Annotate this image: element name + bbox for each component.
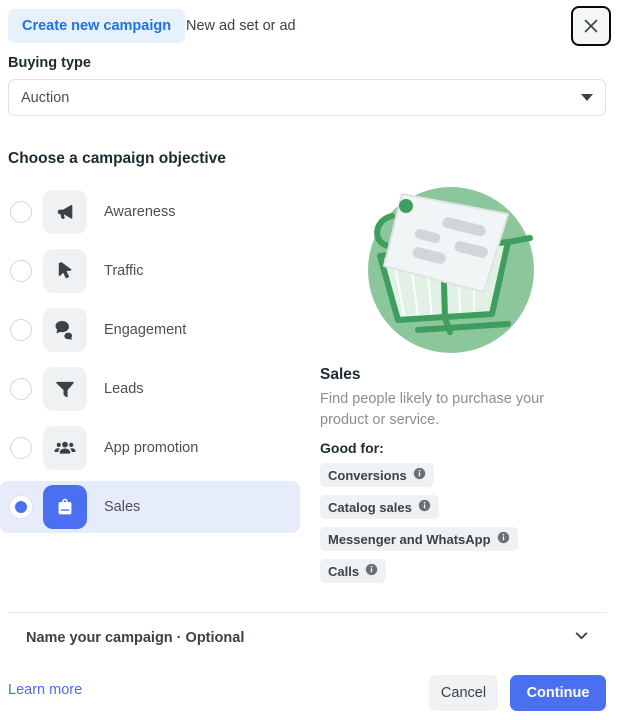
objective-row-awareness[interactable]: Awareness	[0, 186, 300, 238]
chat-bubbles-icon	[43, 308, 87, 352]
megaphone-icon	[43, 190, 87, 234]
funnel-icon	[43, 367, 87, 411]
info-icon[interactable]	[413, 467, 426, 483]
cancel-button[interactable]: Cancel	[429, 675, 498, 711]
objective-row-engagement[interactable]: Engagement	[0, 304, 300, 356]
radio-engagement[interactable]	[10, 319, 32, 341]
close-icon	[583, 18, 599, 34]
cursor-arrow-icon	[43, 249, 87, 293]
chip-conversions[interactable]: Conversions	[320, 463, 434, 488]
radio-leads[interactable]	[10, 378, 32, 400]
chip-label: Messenger and WhatsApp	[328, 531, 491, 547]
chevron-down-icon[interactable]	[573, 627, 590, 649]
create-campaign-dialog: Create new campaign New ad set or ad Buy…	[0, 0, 618, 720]
objective-row-app-promotion[interactable]: App promotion	[0, 422, 300, 474]
info-icon[interactable]	[418, 499, 431, 515]
section-divider	[8, 612, 606, 613]
radio-awareness[interactable]	[10, 201, 32, 223]
objective-label: Traffic	[104, 263, 144, 279]
tab-create-new-campaign-label: Create new campaign	[22, 18, 172, 34]
tab-new-ad-set-or-ad-label: New ad set or ad	[186, 18, 296, 34]
objective-row-traffic[interactable]: Traffic	[0, 245, 300, 297]
name-your-campaign-section[interactable]: Name your campaign · Optional	[26, 624, 590, 652]
objective-label: App promotion	[104, 440, 199, 456]
good-for-label: Good for:	[320, 440, 384, 457]
close-button[interactable]	[571, 6, 611, 46]
radio-sales[interactable]	[10, 496, 32, 518]
chevron-down-icon	[581, 94, 593, 101]
objective-list: Awareness Traffic Engagement Leads App p…	[0, 186, 300, 540]
name-your-campaign-label: Name your campaign · Optional	[26, 630, 245, 646]
chip-label: Conversions	[328, 467, 407, 483]
buying-type-label: Buying type	[8, 55, 91, 71]
chip-messenger-and-whatsapp[interactable]: Messenger and WhatsApp	[320, 527, 518, 552]
shopping-cart-with-price-tag-illustration	[320, 180, 610, 362]
radio-app-promotion[interactable]	[10, 437, 32, 459]
chip-calls[interactable]: Calls	[320, 559, 387, 584]
people-group-icon	[43, 426, 87, 470]
chip-label: Calls	[328, 563, 360, 579]
objective-detail-panel: Sales Find people likely to purchase you…	[320, 180, 610, 591]
objective-row-leads[interactable]: Leads	[0, 363, 300, 415]
chip-catalog-sales[interactable]: Catalog sales	[320, 495, 439, 520]
objective-label: Sales	[104, 499, 141, 515]
radio-traffic[interactable]	[10, 260, 32, 282]
detail-title: Sales	[320, 366, 361, 383]
dialog-header: Create new campaign New ad set or ad	[0, 0, 618, 52]
objective-label: Awareness	[104, 204, 176, 220]
info-icon[interactable]	[365, 563, 378, 579]
objective-heading: Choose a campaign objective	[8, 150, 226, 167]
tab-new-ad-set-or-ad[interactable]: New ad set or ad	[186, 9, 296, 43]
learn-more-link[interactable]: Learn more	[8, 682, 82, 698]
tab-create-new-campaign[interactable]: Create new campaign	[8, 9, 186, 43]
chip-label: Catalog sales	[328, 499, 412, 515]
objective-label: Engagement	[104, 322, 187, 338]
detail-description: Find people likely to purchase your prod…	[320, 391, 545, 429]
buying-type-value: Auction	[21, 89, 70, 106]
shopping-bag-icon	[43, 485, 87, 529]
objective-label: Leads	[104, 381, 144, 397]
buying-type-select[interactable]: Auction	[8, 79, 606, 116]
good-for-chips: Conversions Catalog sales Messenger and …	[320, 463, 610, 591]
info-icon[interactable]	[497, 531, 510, 547]
objective-row-sales[interactable]: Sales	[0, 481, 300, 533]
continue-button[interactable]: Continue	[510, 675, 606, 711]
